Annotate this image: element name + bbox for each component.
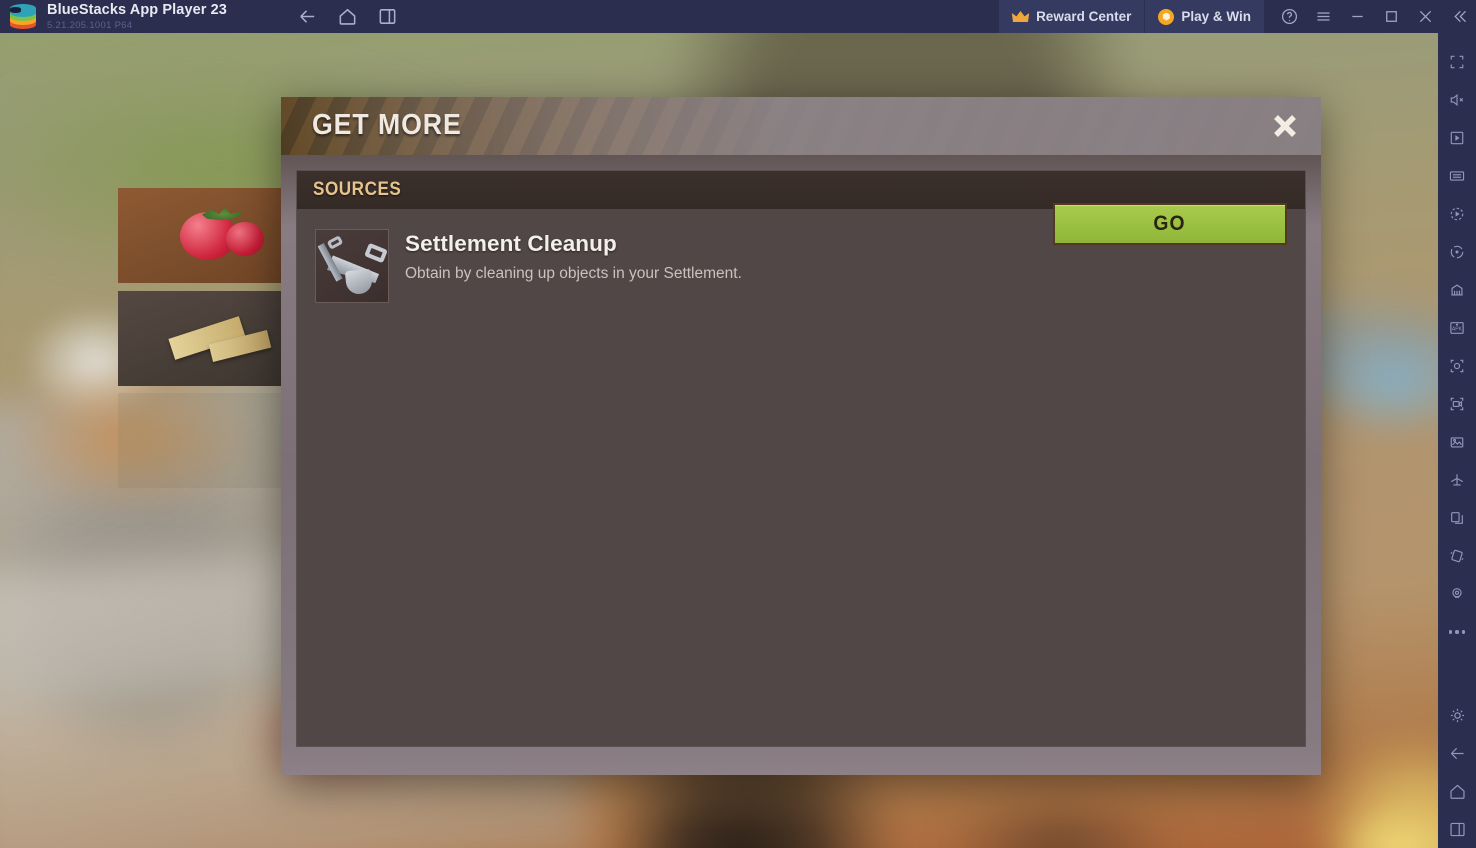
home-icon[interactable] <box>1438 772 1476 810</box>
maximize-icon[interactable] <box>1374 0 1408 33</box>
help-icon[interactable] <box>1272 0 1306 33</box>
sources-title: SOURCES <box>313 179 402 200</box>
app-title: BlueStacks App Player 23 <box>47 2 227 18</box>
resource-card-empty[interactable] <box>118 393 288 488</box>
get-more-dialog: GET MORE SOURCES Settlement Cleanup Obta… <box>281 97 1321 775</box>
source-title: Settlement Cleanup <box>405 231 617 256</box>
background-light-glow <box>1330 803 1438 848</box>
minimize-icon[interactable] <box>1340 0 1374 33</box>
collapse-sidebar-icon[interactable] <box>1442 0 1476 33</box>
copy-instance-icon[interactable] <box>1438 499 1476 537</box>
multi-instance-manager-icon[interactable] <box>1438 271 1476 309</box>
shake-icon[interactable] <box>1438 537 1476 575</box>
shovel-grip-shape <box>326 235 344 250</box>
app-version: 5.21.205.1001 P64 <box>47 19 133 31</box>
tomato-icon-small <box>226 222 264 256</box>
dialog-header: GET MORE <box>281 97 1321 155</box>
close-icon[interactable] <box>1408 0 1442 33</box>
resource-card-tomato[interactable] <box>118 188 288 283</box>
titlebar-nav <box>297 6 399 28</box>
more-options-icon[interactable] <box>1438 613 1476 651</box>
sources-panel: SOURCES Settlement Cleanup Obtain by cle… <box>296 170 1306 747</box>
eco-mode-icon[interactable] <box>1438 461 1476 499</box>
background-dark-blob-1 <box>640 793 840 848</box>
bluestacks-titlebar: BlueStacks App Player 23 5.21.205.1001 P… <box>0 0 1476 33</box>
source-row-settlement-cleanup: Settlement Cleanup Obtain by cleaning up… <box>315 203 1287 303</box>
bluestacks-sidebar: APK <box>1438 33 1476 848</box>
crown-icon <box>1011 10 1030 23</box>
recent-apps-icon[interactable] <box>1438 810 1476 848</box>
app-title-block: BlueStacks App Player 23 5.21.205.1001 P… <box>47 3 227 30</box>
background-dark-blob-2 <box>940 793 1180 848</box>
titlebar-right: Reward Center Play & Win <box>999 0 1476 33</box>
play-and-win-label: Play & Win <box>1181 9 1251 24</box>
macro-recorder-icon[interactable] <box>1438 195 1476 233</box>
fullscreen-icon[interactable] <box>1438 43 1476 81</box>
reward-center-button[interactable]: Reward Center <box>999 0 1145 33</box>
saw-handle-shape <box>364 242 388 264</box>
more-dots <box>1448 630 1466 634</box>
shovel-and-saw-icon <box>315 229 389 303</box>
resource-card-wood[interactable] <box>118 291 288 386</box>
multi-instance-icon[interactable] <box>377 6 399 28</box>
settings-gear-icon[interactable] <box>1438 696 1476 734</box>
go-button-label: GO <box>1153 212 1187 235</box>
sources-list: Settlement Cleanup Obtain by cleaning up… <box>297 203 1305 303</box>
source-text-block: Settlement Cleanup Obtain by cleaning up… <box>405 229 742 285</box>
close-icon[interactable] <box>1267 108 1303 144</box>
bluestacks-window: GET MORE SOURCES Settlement Cleanup Obta… <box>0 0 1476 848</box>
play-and-win-button[interactable]: Play & Win <box>1144 0 1264 33</box>
reward-center-label: Reward Center <box>1036 9 1132 24</box>
source-description: Obtain by cleaning up objects in your Se… <box>405 265 742 282</box>
back-icon[interactable] <box>1438 734 1476 772</box>
cursor-control-icon[interactable] <box>1438 119 1476 157</box>
home-icon[interactable] <box>337 6 359 28</box>
mute-icon[interactable] <box>1438 81 1476 119</box>
svg-text:APK: APK <box>1452 327 1463 333</box>
keyboard-controls-icon[interactable] <box>1438 157 1476 195</box>
back-icon[interactable] <box>297 6 319 28</box>
bluestacks-logo-icon <box>10 3 36 30</box>
rotate-icon[interactable] <box>1438 233 1476 271</box>
install-apk-icon[interactable]: APK <box>1438 309 1476 347</box>
shovel-blade-shape <box>344 268 374 296</box>
media-manager-icon[interactable] <box>1438 423 1476 461</box>
go-button[interactable]: GO <box>1053 203 1287 245</box>
dialog-body: SOURCES Settlement Cleanup Obtain by cle… <box>281 155 1321 775</box>
hamburger-menu-icon[interactable] <box>1306 0 1340 33</box>
dialog-title: GET MORE <box>312 109 462 141</box>
screenshot-icon[interactable] <box>1438 347 1476 385</box>
record-screen-icon[interactable] <box>1438 385 1476 423</box>
location-icon[interactable] <box>1438 575 1476 613</box>
play-win-badge-icon <box>1158 8 1175 25</box>
